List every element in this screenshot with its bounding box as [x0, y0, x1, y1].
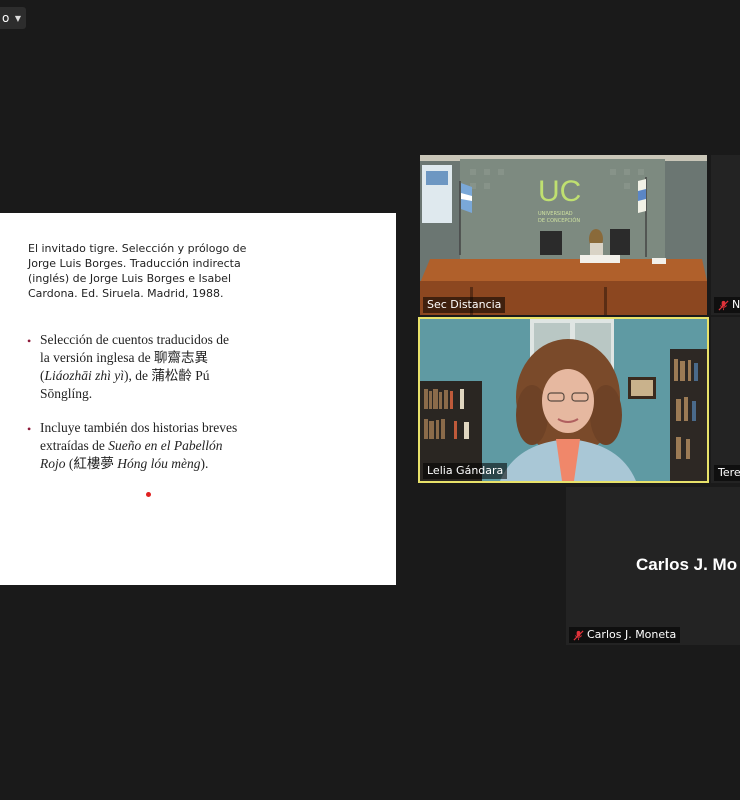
- participant-name-tag: N: [714, 297, 740, 313]
- participant-name: N: [732, 298, 740, 311]
- participant-name: Teres: [718, 466, 740, 479]
- participant-name-tag: Teres: [714, 465, 740, 481]
- mic-muted-icon: [718, 299, 729, 311]
- room-logo: UC: [538, 175, 581, 208]
- slide-bibliography: El invitado tigre. Selección y prólogo d…: [28, 242, 247, 300]
- bullet-2-text-end: ).: [200, 456, 209, 471]
- room-caption-2: DE CONCEPCIÓN: [538, 217, 580, 224]
- bullet-2-italic-pinyin: Hóng lóu mèng: [117, 456, 201, 471]
- participant-name-tag: Sec Distancia: [423, 297, 506, 313]
- bullet-icon: •: [27, 334, 32, 348]
- video-tile-sec-distancia[interactable]: UC UNIVERSIDAD DE CONCEPCIÓN Sec Distanc…: [420, 155, 707, 315]
- view-options-button[interactable]: o ▼: [0, 7, 26, 29]
- slide-bullets: • Selección de cuentos traducidos de la …: [26, 331, 241, 489]
- mic-muted-icon: [573, 629, 584, 641]
- conference-room-video: UC UNIVERSIDAD DE CONCEPCIÓN: [420, 155, 707, 315]
- participant-name-tag: Carlos J. Moneta: [569, 627, 681, 643]
- room-caption-1: UNIVERSIDAD: [538, 211, 573, 217]
- view-options-label: o: [2, 11, 10, 25]
- participant-name: Carlos J. Moneta: [587, 628, 677, 641]
- bullet-2-text-mid: (紅樓夢: [65, 456, 118, 471]
- laser-pointer: [146, 492, 151, 497]
- participant-video: [420, 319, 707, 481]
- chevron-down-icon: ▼: [14, 13, 21, 23]
- video-tile-lelia-gandara[interactable]: Lelia Gándara: [418, 317, 709, 483]
- participant-name: Sec Distancia: [427, 298, 502, 311]
- video-tile-n[interactable]: N: [711, 155, 740, 315]
- video-tile-carlos-moneta[interactable]: Carlos J. Mo Carlos J. Moneta: [566, 487, 740, 645]
- bullet-icon: •: [27, 422, 32, 436]
- shared-slide: El invitado tigre. Selección y prólogo d…: [0, 213, 396, 585]
- participant-display-name: Carlos J. Mo: [636, 555, 738, 574]
- slide-bullet: • Incluye también dos historias breves e…: [26, 419, 241, 473]
- bullet-1-italic: Liáozhāi zhì yì: [44, 368, 125, 383]
- participant-name-tag: Lelia Gándara: [423, 463, 508, 479]
- slide-bullet: • Selección de cuentos traducidos de la …: [26, 331, 241, 403]
- video-tile-teres[interactable]: Teres: [711, 317, 740, 483]
- participant-name: Lelia Gándara: [427, 464, 504, 477]
